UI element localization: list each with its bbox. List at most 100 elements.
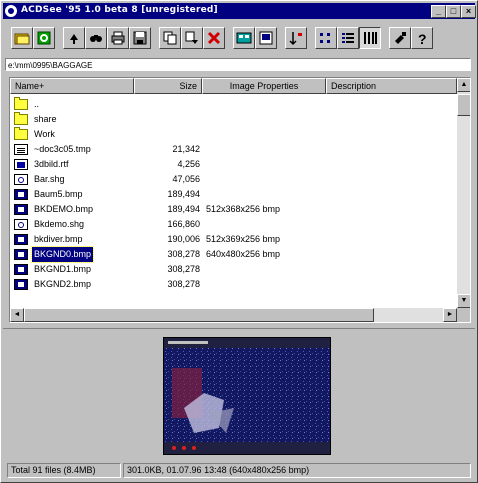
up-folder-button[interactable] — [63, 27, 85, 49]
vertical-scrollbar[interactable]: ▲ ▼ — [457, 78, 470, 308]
file-row[interactable]: BKGND2.bmp 308,278 — [10, 277, 456, 292]
scroll-down-button[interactable]: ▼ — [457, 294, 470, 308]
file-size: 47,056 — [172, 174, 200, 184]
file-name: Bkdemo.shg — [34, 219, 85, 229]
file-row[interactable]: .. — [10, 97, 456, 112]
bitmap-image-icon — [14, 189, 28, 200]
file-list[interactable]: Name+ Size Image Properties Description … — [9, 77, 471, 323]
print-button[interactable] — [107, 27, 129, 49]
file-row[interactable]: Work — [10, 127, 456, 142]
open-folder-icon — [14, 33, 30, 45]
close-button[interactable]: × — [461, 5, 476, 18]
file-name: bkdiver.bmp — [34, 234, 83, 244]
horizontal-scrollbar[interactable]: ◄ ► — [10, 308, 457, 322]
save-button[interactable] — [129, 27, 151, 49]
file-name: 3dbild.rtf — [34, 159, 69, 169]
column-header-image-properties[interactable]: Image Properties — [202, 78, 326, 94]
status-bar: Total 91 files (8.4MB) 301.0KB, 01.07.96… — [3, 463, 475, 479]
file-row[interactable]: ~doc3c05.tmp 21,342 — [10, 142, 456, 157]
file-name: BKGND0.bmp — [30, 246, 95, 263]
refresh-button[interactable] — [33, 27, 55, 49]
maximize-button[interactable]: □ — [446, 5, 461, 18]
file-size: 308,278 — [167, 249, 200, 259]
column-header-name[interactable]: Name+ — [10, 78, 134, 94]
find-button[interactable] — [85, 27, 107, 49]
status-selected-file: 301.0KB, 01.07.96 13:48 (640x480x256 bmp… — [123, 463, 471, 478]
help-button[interactable]: ? — [411, 27, 433, 49]
folder-icon — [14, 97, 28, 110]
file-image-properties: 512x368x256 bmp — [206, 204, 281, 214]
copy-button[interactable] — [159, 27, 181, 49]
delete-button[interactable] — [203, 27, 225, 49]
up-folder-icon — [70, 34, 78, 44]
minimize-button[interactable]: _ — [431, 5, 446, 18]
scroll-left-button[interactable]: ◄ — [10, 308, 24, 322]
file-name: ~doc3c05.tmp — [34, 144, 91, 154]
list-view-icon — [342, 33, 354, 43]
file-row[interactable]: Baum5.bmp 189,494 — [10, 187, 456, 202]
file-rows: .. share Work ~doc3c05.tmp 21,342 3dbild.rtf 4… — [10, 95, 456, 307]
path-field[interactable]: e:\mm\0995\BAGGAGE — [5, 58, 471, 71]
image-preview[interactable] — [163, 337, 331, 455]
folder-icon — [14, 127, 28, 140]
bitmap-image-icon — [14, 264, 28, 275]
title-bar[interactable]: ACDSee '95 1.0 beta 8 [unregistered] _ □… — [3, 3, 476, 19]
find-icon — [90, 35, 102, 42]
large-icons-button[interactable] — [255, 27, 277, 49]
file-size: 4,256 — [177, 159, 200, 169]
open-folder-button[interactable] — [11, 27, 33, 49]
sort-button[interactable] — [285, 27, 307, 49]
list-view-button[interactable] — [337, 27, 359, 49]
thumbnails-button[interactable] — [233, 27, 255, 49]
bitmap-image-icon — [14, 279, 28, 290]
details-view-button[interactable] — [359, 27, 381, 49]
file-row[interactable]: share — [10, 112, 456, 127]
file-name: BKGND2.bmp — [34, 279, 92, 289]
move-button[interactable] — [181, 27, 203, 49]
horizontal-scroll-thumb[interactable] — [24, 308, 374, 322]
column-header-size[interactable]: Size — [134, 78, 202, 94]
file-size: 308,278 — [167, 264, 200, 274]
file-name: BKGND1.bmp — [34, 264, 92, 274]
small-icons-button[interactable] — [315, 27, 337, 49]
file-row[interactable]: BKGND0.bmp 308,278 640x480x256 bmp — [10, 246, 456, 263]
file-size: 189,494 — [167, 189, 200, 199]
status-total-files: Total 91 files (8.4MB) — [7, 463, 121, 478]
file-size: 166,860 — [167, 219, 200, 229]
bitmap-image-icon — [14, 204, 28, 215]
file-row[interactable]: 3dbild.rtf 4,256 — [10, 157, 456, 172]
file-row[interactable]: Bkdemo.shg 166,860 — [10, 217, 456, 232]
file-name: share — [34, 114, 57, 124]
options-button[interactable] — [389, 27, 411, 49]
folder-icon — [14, 112, 28, 125]
help-icon: ? — [418, 31, 427, 46]
preview-pane — [3, 328, 475, 461]
column-header-description[interactable]: Description — [326, 78, 457, 94]
details-view-icon — [364, 32, 377, 44]
file-row[interactable]: bkdiver.bmp 190,006 512x369x256 bmp — [10, 232, 456, 247]
file-image-properties: 512x369x256 bmp — [206, 234, 281, 244]
file-size: 190,006 — [167, 234, 200, 244]
svg-text:?: ? — [418, 31, 427, 46]
copy-icon — [163, 31, 177, 45]
print-icon — [111, 31, 125, 45]
file-name: BKDEMO.bmp — [34, 204, 94, 214]
window-title: ACDSee '95 1.0 beta 8 [unregistered] — [21, 5, 218, 15]
file-size: 189,494 — [167, 204, 200, 214]
file-row[interactable]: Bar.shg 47,056 — [10, 172, 456, 187]
file-row[interactable]: BKGND1.bmp 308,278 — [10, 262, 456, 277]
move-icon — [185, 31, 198, 44]
app-window: ACDSee '95 1.0 beta 8 [unregistered] _ □… — [0, 0, 478, 483]
file-name: .. — [34, 99, 40, 109]
hotspot-graphic-icon — [14, 219, 28, 230]
scroll-up-button[interactable]: ▲ — [457, 78, 470, 92]
vertical-scroll-thumb[interactable] — [457, 94, 470, 116]
file-name: Work — [34, 129, 55, 139]
file-name: Baum5.bmp — [34, 189, 83, 199]
file-size: 21,342 — [172, 144, 200, 154]
large-icons-icon — [259, 31, 273, 45]
app-icon[interactable] — [5, 5, 17, 17]
scroll-right-button[interactable]: ► — [443, 308, 457, 322]
file-row[interactable]: BKDEMO.bmp 189,494 512x368x256 bmp — [10, 202, 456, 217]
save-icon — [133, 31, 147, 45]
